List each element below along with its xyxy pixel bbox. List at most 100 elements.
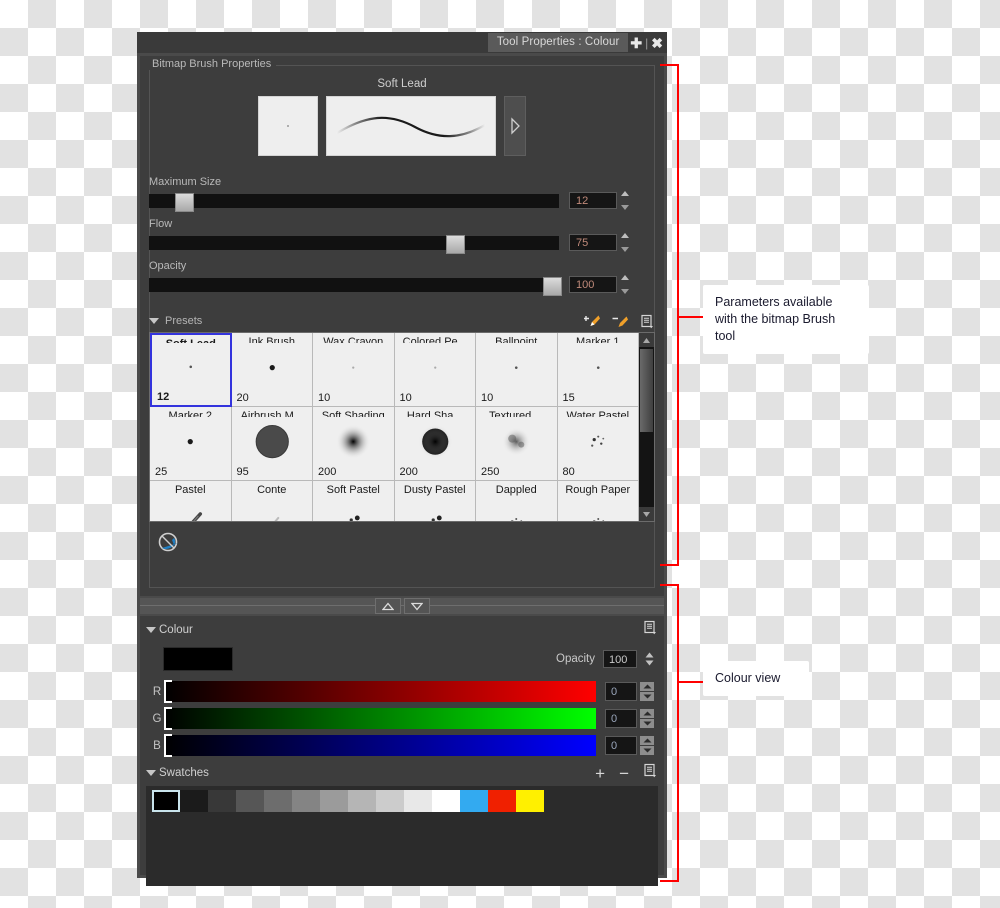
delete-brush-preset-icon[interactable] bbox=[612, 314, 629, 329]
channel-stepper[interactable] bbox=[640, 709, 654, 728]
opacity-stepper[interactable] bbox=[621, 275, 629, 294]
panel-menu-icon[interactable] bbox=[643, 620, 658, 640]
colour-swatch[interactable] bbox=[320, 790, 348, 812]
preset-cell[interactable]: Soft Shading 200 bbox=[313, 407, 395, 481]
stepper-down-icon[interactable] bbox=[621, 289, 629, 294]
new-brush-preset-icon[interactable] bbox=[584, 314, 601, 329]
stepper-up-icon[interactable] bbox=[640, 736, 654, 745]
colour-swatch[interactable] bbox=[460, 790, 488, 812]
scroll-down-icon[interactable] bbox=[639, 507, 654, 521]
stepper-down-icon[interactable] bbox=[640, 692, 654, 701]
triangle-down-icon[interactable] bbox=[146, 770, 156, 776]
close-icon[interactable]: ✖ bbox=[649, 36, 665, 50]
channel-slider-g[interactable] bbox=[164, 707, 596, 730]
presets-grid[interactable]: Soft Lead12Ink Brush20Wax Crayon10Colore… bbox=[150, 333, 639, 521]
scrollbar-track[interactable] bbox=[639, 347, 654, 507]
preset-cell[interactable]: Marker 2 25 bbox=[150, 407, 232, 481]
colour-swatch[interactable] bbox=[236, 790, 264, 812]
preset-cell[interactable]: Pastel bbox=[150, 481, 232, 521]
preset-cell[interactable]: Wax Crayon 10 bbox=[313, 333, 395, 407]
colour-swatch[interactable] bbox=[264, 790, 292, 812]
panel-splitter[interactable] bbox=[140, 598, 664, 614]
preset-cell[interactable]: Dusty Pastel bbox=[394, 481, 476, 521]
presets-scrollbar[interactable] bbox=[639, 333, 654, 521]
stepper-down-icon[interactable] bbox=[640, 719, 654, 728]
preset-cell[interactable]: Textured ... 250 bbox=[476, 407, 558, 481]
flow-slider[interactable] bbox=[149, 234, 559, 254]
maximum-size-slider[interactable] bbox=[149, 192, 559, 212]
preset-cell[interactable]: Ballpoint 10 bbox=[476, 333, 558, 407]
preset-cell[interactable]: Hard Sha... 200 bbox=[394, 407, 476, 481]
channel-value-g[interactable]: 0 bbox=[605, 709, 637, 728]
preset-size: 10 bbox=[399, 392, 412, 404]
colour-swatch[interactable] bbox=[292, 790, 320, 812]
maximum-size-slider-handle[interactable] bbox=[175, 192, 194, 212]
scroll-up-icon[interactable] bbox=[639, 333, 654, 347]
opacity-slider-handle[interactable] bbox=[543, 276, 562, 296]
channel-stepper[interactable] bbox=[640, 682, 654, 701]
channel-slider-handle[interactable] bbox=[164, 680, 172, 703]
current-colour-preview[interactable] bbox=[163, 647, 233, 671]
splitter-line bbox=[140, 605, 664, 606]
colour-swatch[interactable] bbox=[376, 790, 404, 812]
stepper-down-icon[interactable] bbox=[640, 746, 654, 755]
channel-value-r[interactable]: 0 bbox=[605, 682, 637, 701]
colour-swatch[interactable] bbox=[516, 790, 544, 812]
preset-cell[interactable]: Rough Paper bbox=[557, 481, 639, 521]
stepper-down-icon[interactable] bbox=[621, 247, 629, 252]
flow-value-field[interactable]: 75 bbox=[569, 234, 617, 251]
splitter-collapse-down-button[interactable] bbox=[403, 598, 430, 614]
preset-cell[interactable]: Water Pastel 80 bbox=[557, 407, 639, 481]
maximum-size-stepper[interactable] bbox=[621, 191, 629, 210]
channel-slider-handle[interactable] bbox=[164, 707, 172, 730]
maximum-size-value-field[interactable]: 12 bbox=[569, 192, 617, 209]
channel-value-b[interactable]: 0 bbox=[605, 736, 637, 755]
channel-slider-b[interactable] bbox=[164, 734, 596, 757]
stepper-down-icon[interactable] bbox=[621, 205, 629, 210]
stepper-up-icon[interactable] bbox=[621, 233, 629, 238]
colour-swatch[interactable] bbox=[432, 790, 460, 812]
colour-swatch[interactable] bbox=[348, 790, 376, 812]
flow-slider-handle[interactable] bbox=[446, 234, 465, 254]
channel-slider-handle[interactable] bbox=[164, 734, 172, 757]
minus-icon[interactable]: − bbox=[619, 765, 629, 782]
triangle-down-icon[interactable] bbox=[146, 627, 156, 633]
stepper-up-icon[interactable] bbox=[621, 275, 629, 280]
stepper-up-icon[interactable] bbox=[621, 191, 629, 196]
channel-stepper[interactable] bbox=[640, 736, 654, 755]
plus-icon[interactable]: + bbox=[595, 765, 605, 782]
scrollbar-thumb[interactable] bbox=[640, 349, 653, 433]
colour-swatch[interactable] bbox=[404, 790, 432, 812]
colour-opacity-stepper[interactable] bbox=[645, 652, 654, 666]
colour-swatch[interactable] bbox=[180, 790, 208, 812]
colour-swatch[interactable] bbox=[208, 790, 236, 812]
preset-cell[interactable]: Colored Pe... 10 bbox=[394, 333, 476, 407]
colour-opacity-field[interactable]: 100 bbox=[603, 650, 637, 668]
expand-brush-editor-button[interactable] bbox=[504, 96, 526, 156]
triangle-down-icon[interactable] bbox=[149, 318, 159, 324]
stepper-up-icon[interactable] bbox=[640, 682, 654, 691]
opacity-value-field[interactable]: 100 bbox=[569, 276, 617, 293]
plus-icon[interactable]: ✚ bbox=[628, 36, 644, 50]
swatch-strip[interactable] bbox=[152, 790, 652, 812]
splitter-collapse-up-button[interactable] bbox=[374, 598, 401, 614]
reset-brush-icon[interactable] bbox=[156, 530, 180, 559]
preset-cell[interactable]: Airbrush M... 95 bbox=[231, 407, 313, 481]
tab-tool-properties-colour[interactable]: Tool Properties : Colour bbox=[487, 33, 629, 52]
stepper-up-icon[interactable] bbox=[640, 709, 654, 718]
channel-slider-r[interactable] bbox=[164, 680, 596, 703]
opacity-slider[interactable] bbox=[149, 276, 562, 296]
colour-channel-row: G0 bbox=[150, 707, 654, 730]
preset-cell[interactable]: Ink Brush 20 bbox=[231, 333, 313, 407]
preset-cell[interactable]: Soft Pastel bbox=[313, 481, 395, 521]
preset-cell[interactable]: Marker 1 15 bbox=[557, 333, 639, 407]
preset-cell[interactable]: Conte bbox=[231, 481, 313, 521]
colour-swatch[interactable] bbox=[488, 790, 516, 812]
preset-cell[interactable]: Dappled bbox=[476, 481, 558, 521]
panel-menu-icon[interactable] bbox=[640, 314, 655, 329]
flow-stepper[interactable] bbox=[621, 233, 629, 252]
preset-thumbnail bbox=[476, 496, 557, 521]
preset-cell[interactable]: Soft Lead12 bbox=[150, 333, 232, 407]
colour-swatch[interactable] bbox=[152, 790, 180, 812]
panel-menu-icon[interactable] bbox=[643, 763, 658, 783]
